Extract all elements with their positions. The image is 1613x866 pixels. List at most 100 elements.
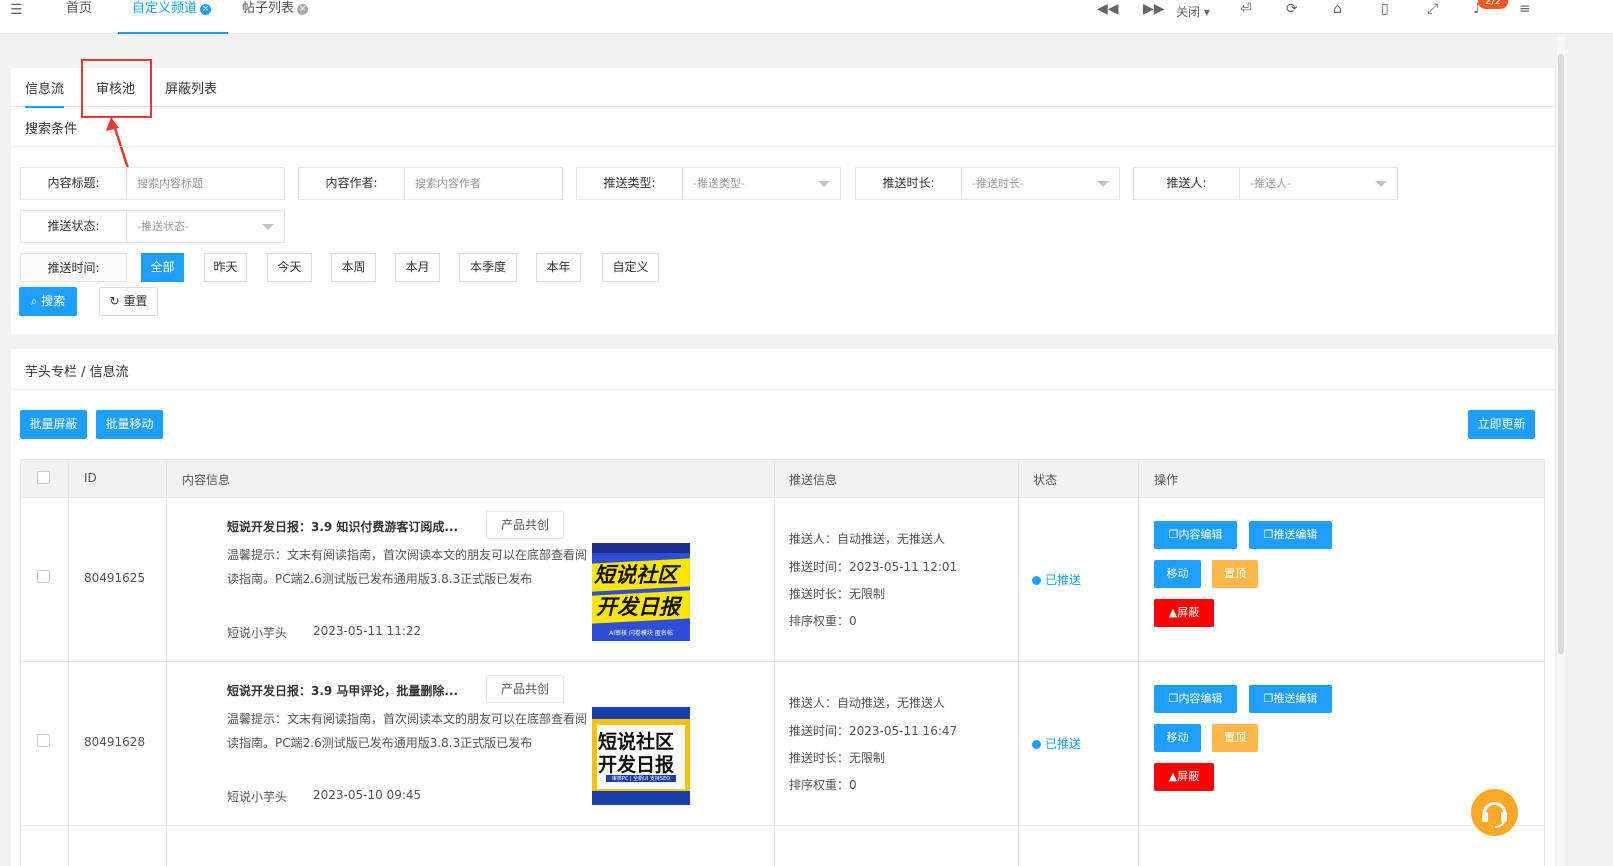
column-header-actions: 操作 xyxy=(1154,473,1179,487)
pusher-select[interactable]: -推送人- xyxy=(1240,168,1397,199)
column-header-content: 内容信息 xyxy=(182,473,231,487)
close-tabs-dropdown[interactable]: 关闭 ▾ xyxy=(1176,3,1210,20)
title-search-input[interactable]: 搜索内容标题 xyxy=(127,168,284,199)
post-date: 2023-05-10 09:45 xyxy=(313,788,422,802)
subtab-block-list[interactable]: 屏蔽列表 xyxy=(165,78,217,97)
block-label: 屏蔽 xyxy=(1177,770,1200,783)
time-option-week[interactable]: 本周 xyxy=(331,253,376,282)
post-thumbnail[interactable]: 短说社区 开发日报 审核PC | 全新UI 支持SEO xyxy=(592,707,690,805)
category-tag: 产品共创 xyxy=(486,511,564,539)
customer-service-button[interactable] xyxy=(1471,789,1518,836)
push-status-label: 推送状态: xyxy=(21,211,127,242)
author-search-input[interactable]: 搜索内容作者 xyxy=(405,168,562,199)
notification-badge: 2/2 xyxy=(1478,0,1509,9)
push-status-select[interactable]: -推送状态- xyxy=(127,211,284,242)
select-all-checkbox[interactable] xyxy=(37,471,50,484)
row-checkbox[interactable] xyxy=(37,570,50,583)
push-type-field: 推送类型: -推送类型- xyxy=(576,167,841,200)
push-edit-label: 推送编辑 xyxy=(1273,692,1318,705)
push-type-label: 推送类型: xyxy=(577,168,683,199)
sort-weight: 排序权重：0 xyxy=(789,778,857,792)
post-thumbnail[interactable]: 短说社区 开发日报 AI审核 闪卷模块 匿名帖 xyxy=(592,543,690,641)
post-date: 2023-05-11 11:22 xyxy=(313,624,422,638)
move-button[interactable]: 移动 xyxy=(1154,560,1201,588)
content-edit-button[interactable]: ❐内容编辑 xyxy=(1154,521,1237,549)
column-divider xyxy=(1138,459,1139,866)
chevron-down-icon xyxy=(1375,181,1387,187)
time-option-year[interactable]: 本年 xyxy=(536,253,581,282)
close-icon[interactable]: × xyxy=(200,4,212,15)
status-badge: 已推送 xyxy=(1032,735,1081,752)
column-divider xyxy=(1018,459,1019,866)
copy-icon: ❐ xyxy=(1168,528,1179,541)
close-tabs-label: 关闭 xyxy=(1176,5,1201,19)
chevron-down-icon xyxy=(1097,181,1109,187)
thumbnail-text-line2: 开发日报 xyxy=(596,595,680,619)
status-dot xyxy=(1032,576,1041,585)
return-icon[interactable]: ⏎ xyxy=(1240,1,1252,17)
push-person: 推送人：自动推送，无推送人 xyxy=(789,696,946,710)
clear-cache-icon[interactable]: ⌂ xyxy=(1333,1,1342,17)
more-menu-icon[interactable]: ≡ xyxy=(1519,1,1531,17)
warning-icon: ▲ xyxy=(1168,770,1178,783)
push-duration-select[interactable]: -推送时长- xyxy=(962,168,1119,199)
column-header-push: 推送信息 xyxy=(789,473,838,487)
thumbnail-footer: 审核PC | 全新UI 支持SEO xyxy=(606,775,676,782)
push-status-field: 推送状态: -推送状态- xyxy=(20,210,285,243)
tab-home[interactable]: 首页 xyxy=(66,0,92,34)
search-button-label: 搜索 xyxy=(41,294,66,308)
subtab-feed[interactable]: 信息流 xyxy=(25,78,65,108)
post-title[interactable]: 短说开发日报：3.9 知识付费游客订阅成... xyxy=(227,518,458,535)
tab-custom-channel[interactable]: 自定义频道 × xyxy=(118,0,228,34)
block-button[interactable]: ▲屏蔽 xyxy=(1154,599,1214,627)
menu-toggle-icon[interactable]: ☰ xyxy=(10,2,23,18)
breadcrumb: 芋头专栏 / 信息流 xyxy=(25,365,129,380)
time-option-today[interactable]: 今天 xyxy=(267,253,312,282)
push-edit-button[interactable]: ❐推送编辑 xyxy=(1249,521,1332,549)
pin-button[interactable]: 置顶 xyxy=(1212,560,1258,588)
chevron-down-icon xyxy=(262,224,274,230)
search-button[interactable]: ⌕ 搜索 xyxy=(19,287,77,316)
update-now-button[interactable]: 立即更新 xyxy=(1468,410,1535,439)
move-button[interactable]: 移动 xyxy=(1154,724,1201,752)
time-option-quarter[interactable]: 本季度 xyxy=(459,253,517,282)
rewind-icon[interactable]: ◀◀ xyxy=(1097,1,1119,17)
push-edit-label: 推送编辑 xyxy=(1273,528,1318,541)
batch-move-button[interactable]: 批量移动 xyxy=(96,410,163,439)
mobile-icon[interactable]: ▯ xyxy=(1381,1,1389,17)
push-time-label: 推送时间: xyxy=(20,253,127,282)
time-option-custom[interactable]: 自定义 xyxy=(602,253,659,282)
push-duration: 推送时长：无限制 xyxy=(789,751,886,765)
push-edit-button[interactable]: ❐推送编辑 xyxy=(1249,685,1332,713)
row-checkbox[interactable] xyxy=(37,734,50,747)
forward-icon[interactable]: ▶▶ xyxy=(1143,1,1165,17)
push-type-select[interactable]: -推送类型- xyxy=(683,168,840,199)
author-search-field: 内容作者: 搜索内容作者 xyxy=(298,167,563,200)
pin-button[interactable]: 置顶 xyxy=(1212,724,1258,752)
sort-weight: 排序权重：0 xyxy=(789,614,857,628)
copy-icon: ❐ xyxy=(1168,692,1179,705)
content-edit-button[interactable]: ❐内容编辑 xyxy=(1154,685,1237,713)
page-scrollbar[interactable] xyxy=(1557,34,1565,866)
content-edit-label: 内容编辑 xyxy=(1178,692,1223,705)
top-navbar: ☰ 首页 自定义频道 × 帖子列表 × ◀◀ ▶▶ 关闭 ▾ ⏎ ⟳ ⌂ ▯ ⤢ ♪… xyxy=(0,0,1613,34)
scrollbar-thumb[interactable] xyxy=(1558,54,1564,654)
post-summary: 温馨提示：文末有阅读指南，首次阅读本文的朋友可以在底部查看阅读指南。PC端2.6… xyxy=(227,548,588,586)
post-author: 短说小芋头 xyxy=(227,626,288,640)
fullscreen-icon[interactable]: ⤢ xyxy=(1427,1,1438,17)
time-option-yesterday[interactable]: 昨天 xyxy=(204,253,247,282)
close-icon[interactable]: × xyxy=(297,4,309,15)
table-row: 80491625 短说开发日报：3.9 知识付费游客订阅成... 产品共创 温馨… xyxy=(20,498,1545,662)
search-card xyxy=(11,68,1555,334)
time-option-month[interactable]: 本月 xyxy=(395,253,440,282)
batch-block-button[interactable]: 批量屏蔽 xyxy=(20,410,87,439)
table-row xyxy=(20,826,1545,866)
divider xyxy=(11,389,1555,390)
refresh-icon[interactable]: ⟳ xyxy=(1286,1,1298,17)
block-button[interactable]: ▲屏蔽 xyxy=(1154,763,1214,791)
post-title[interactable]: 短说开发日报：3.9 马甲评论，批量删除... xyxy=(227,682,458,699)
tab-post-list[interactable]: 帖子列表 × xyxy=(242,0,309,34)
thumbnail-footer: AI审核 闪卷模块 匿名帖 xyxy=(609,630,673,637)
time-option-all[interactable]: 全部 xyxy=(141,253,184,282)
reset-button[interactable]: ↻ 重置 xyxy=(99,287,158,316)
